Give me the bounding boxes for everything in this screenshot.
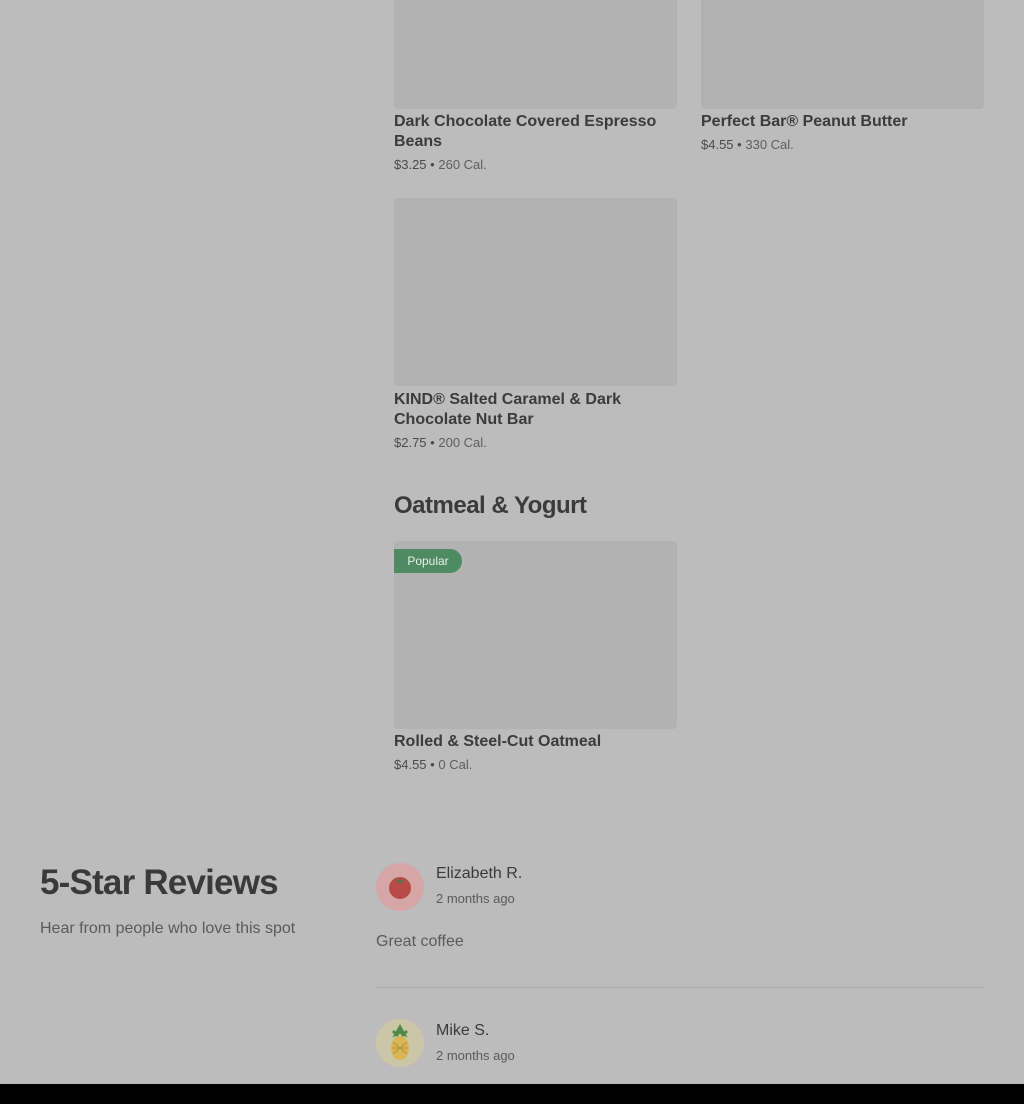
bottom-bar <box>0 1084 1024 1104</box>
menu-item-calories: 260 Cal. <box>438 157 487 172</box>
meta-separator: • <box>430 157 435 172</box>
review-time: 2 months ago <box>436 1048 515 1063</box>
popular-badge: Popular <box>394 549 462 573</box>
menu-item-name: Perfect Bar® Peanut Butter <box>701 113 908 130</box>
reviewer-name: Mike S. <box>436 1022 490 1039</box>
review-text: Great coffee <box>376 933 464 950</box>
menu-item-price: $4.55 <box>394 757 427 772</box>
menu-item-name: KIND® Salted Caramel & Dark Chocolate Nu… <box>394 391 621 428</box>
menu-item-meta: $4.55 • 0 Cal. <box>394 757 472 773</box>
menu-item-card[interactable]: Dark Chocolate Covered Espresso Beans $3… <box>394 0 677 180</box>
menu-item-calories: 200 Cal. <box>438 435 487 450</box>
tomato-icon <box>389 877 411 899</box>
menu-item-card[interactable]: KIND® Salted Caramel & Dark Chocolate Nu… <box>394 198 677 458</box>
reviewer-avatar <box>376 863 424 911</box>
menu-item-name: Dark Chocolate Covered Espresso Beans <box>394 113 657 150</box>
reviews-heading: 5-Star Reviews <box>40 863 279 902</box>
reviewer-name: Elizabeth R. <box>436 865 523 882</box>
menu-item-image <box>394 0 677 109</box>
meta-separator: • <box>430 757 435 772</box>
section-heading: Oatmeal & Yogurt <box>394 492 587 519</box>
menu-item-meta: $3.25 • 260 Cal. <box>394 157 487 173</box>
menu-item-calories: 330 Cal. <box>745 137 794 152</box>
pineapple-icon <box>391 1023 409 1060</box>
review-time: 2 months ago <box>436 891 515 906</box>
menu-item-card[interactable]: Perfect Bar® Peanut Butter $4.55 • 330 C… <box>701 0 984 160</box>
menu-item-price: $2.75 <box>394 435 427 450</box>
meta-separator: • <box>737 137 742 152</box>
menu-item-image <box>394 198 677 386</box>
menu-item-price: $4.55 <box>701 137 734 152</box>
menu-item-price: $3.25 <box>394 157 427 172</box>
meta-separator: • <box>430 435 435 450</box>
reviewer-avatar <box>376 1019 424 1067</box>
menu-item-image <box>701 0 984 109</box>
menu-item-meta: $2.75 • 200 Cal. <box>394 435 487 451</box>
menu-item-card[interactable]: Rolled & Steel-Cut Oatmeal $4.55 • 0 Cal… <box>394 541 677 781</box>
menu-item-calories: 0 Cal. <box>438 757 473 772</box>
menu-item-name: Rolled & Steel-Cut Oatmeal <box>394 733 602 750</box>
review-divider <box>376 987 984 988</box>
menu-item-meta: $4.55 • 330 Cal. <box>701 137 794 153</box>
reviews-subtitle: Hear from people who love this spot <box>40 920 296 937</box>
